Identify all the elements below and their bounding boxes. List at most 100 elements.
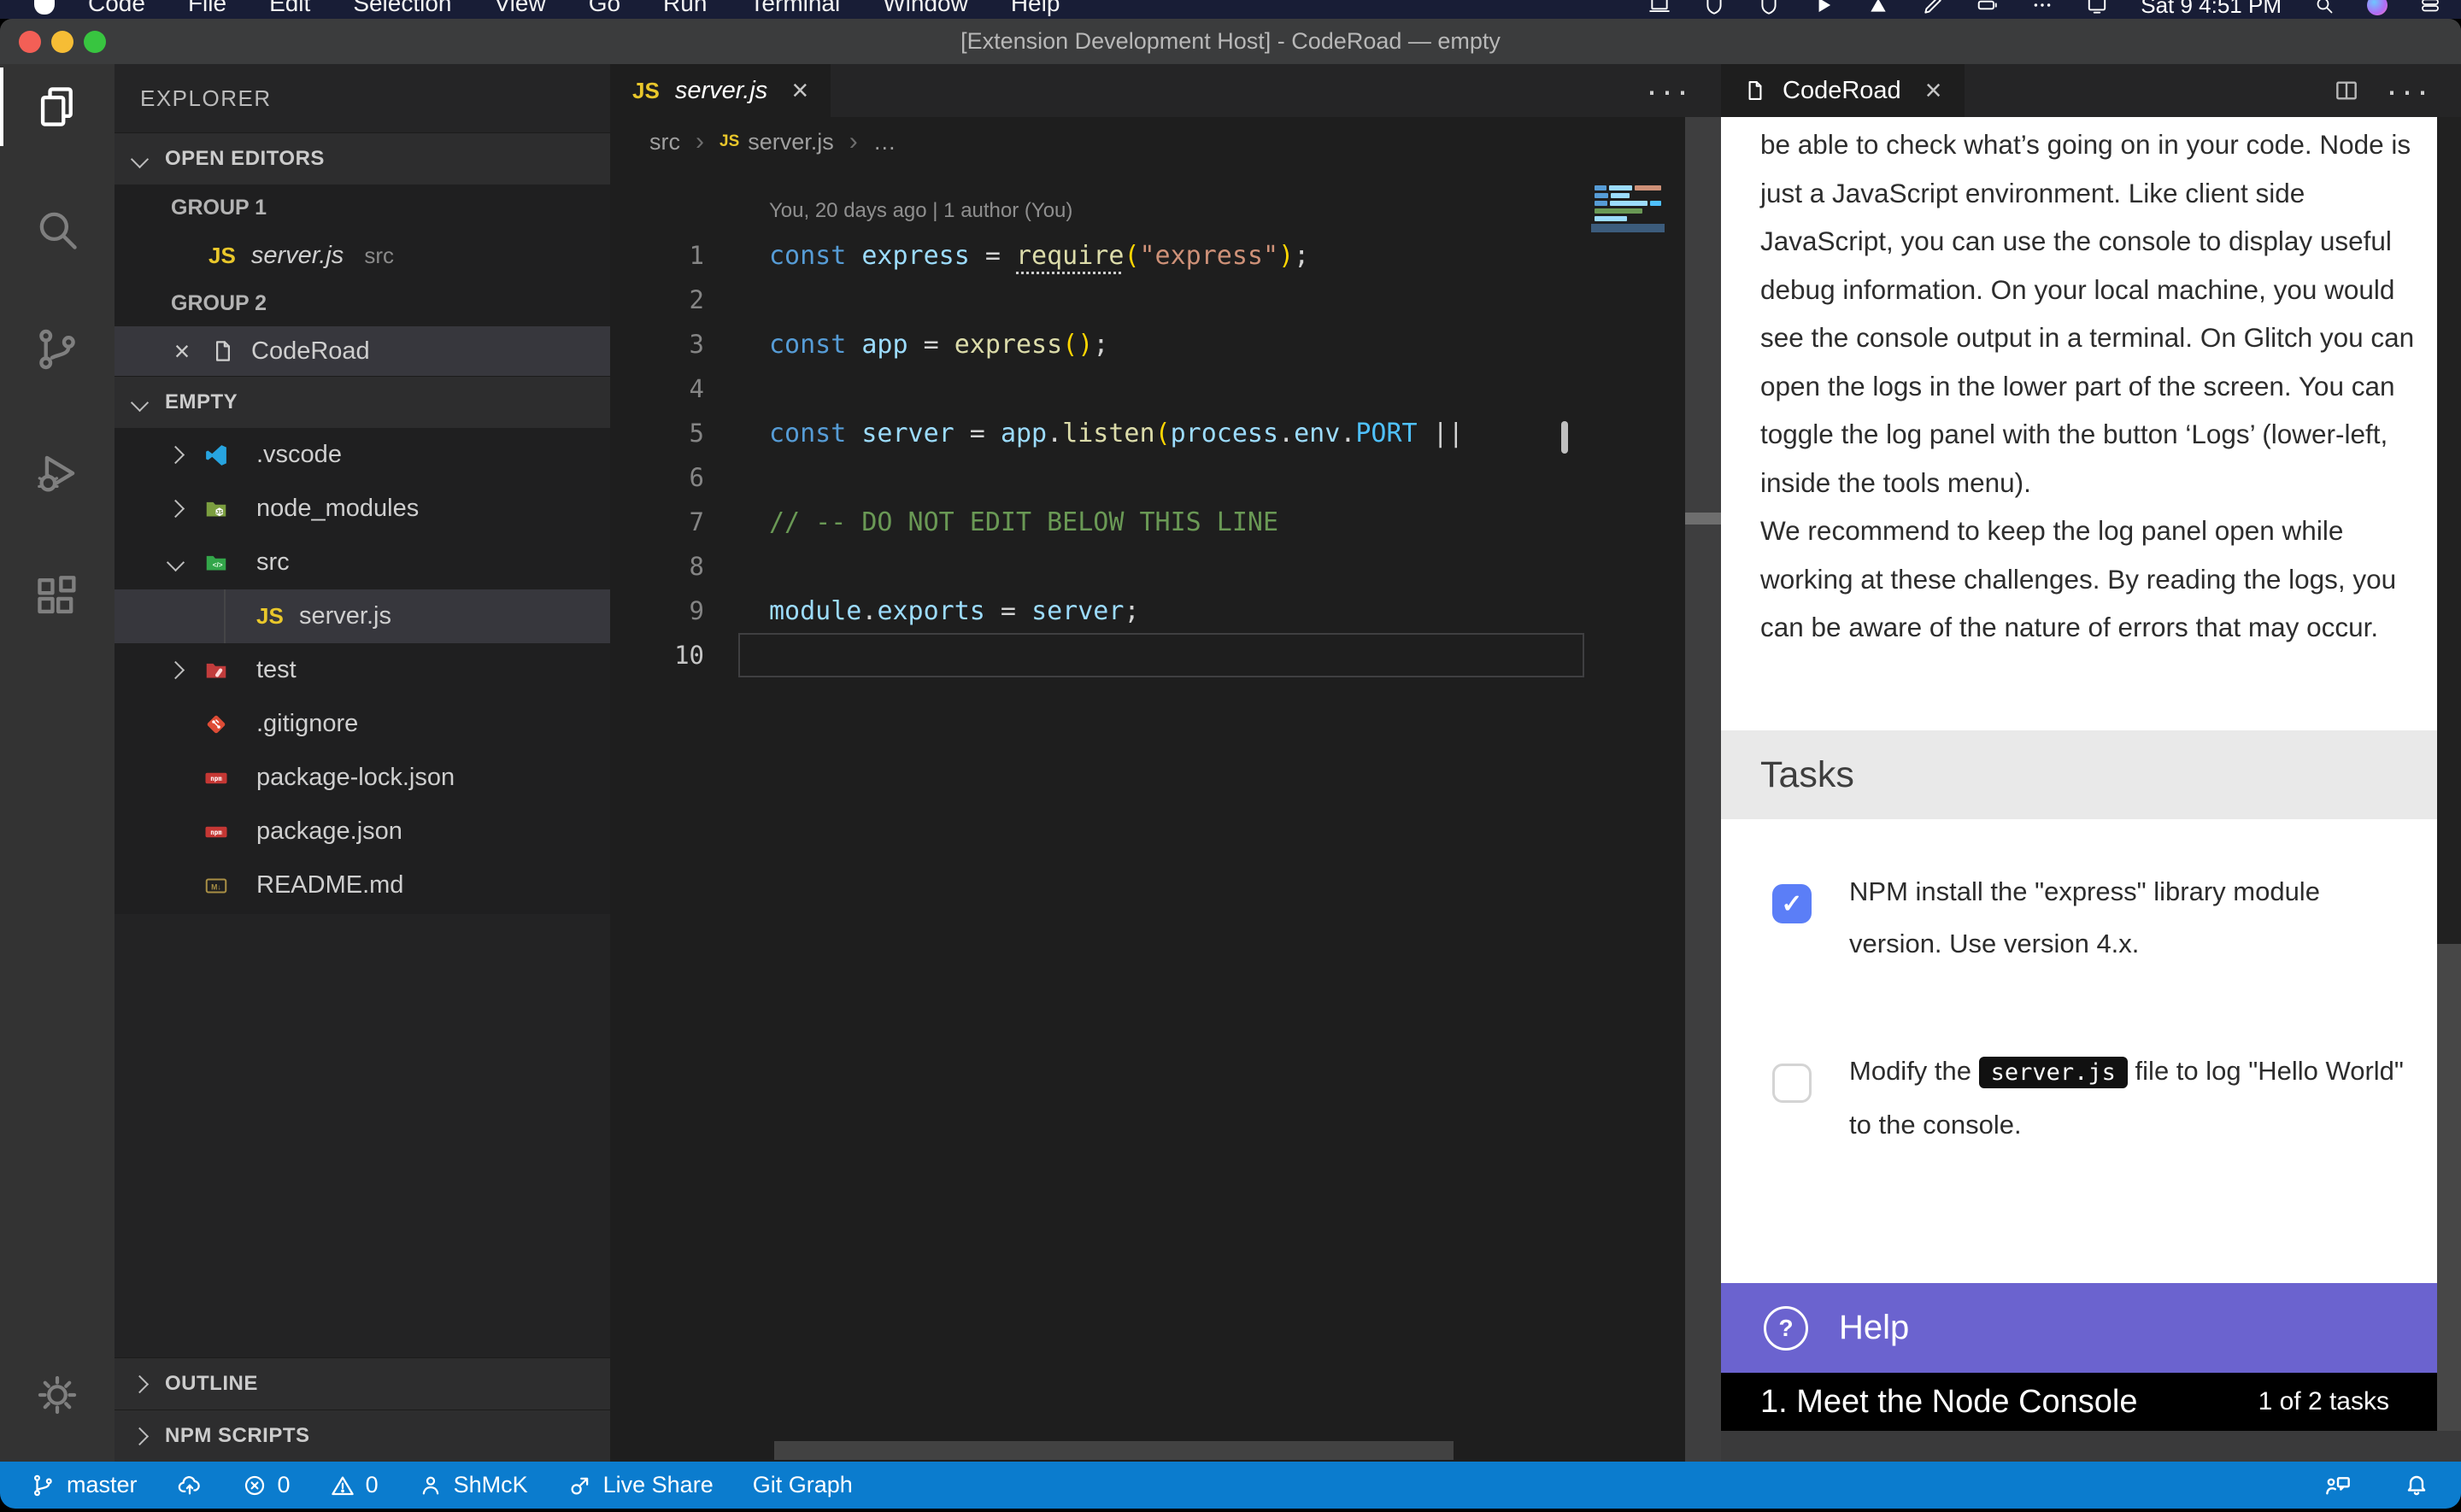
lesson-progress-bar[interactable]: 1. Meet the Node Console 1 of 2 tasks	[1721, 1373, 2437, 1431]
code-line-6[interactable]: 6	[610, 455, 1589, 500]
open-editor-item-coderoad[interactable]: ×CodeRoad	[115, 326, 610, 376]
menu-item-file[interactable]: File	[167, 0, 248, 19]
code-token: const	[769, 419, 846, 448]
menu-item-help[interactable]: Help	[990, 0, 1082, 19]
line-number: 1	[610, 233, 738, 278]
editor-scrollbar-thumb[interactable]	[1561, 421, 1568, 454]
menu-item-view[interactable]: View	[473, 0, 567, 19]
code-line-3[interactable]: 3const app = express();	[610, 322, 1589, 366]
statusbar-item-shmck[interactable]: ShMcK	[418, 1472, 528, 1498]
close-tab-icon[interactable]: ×	[791, 76, 808, 105]
statusbar-item-cloud-upload[interactable]	[177, 1473, 203, 1498]
code-editor[interactable]: 1 const express = require("express"); 23co…	[610, 233, 1589, 677]
code-line-5[interactable]: 5const server = app.listen(process.env.P…	[610, 411, 1589, 455]
code-line-2[interactable]: 2	[610, 278, 1589, 322]
webview-scrollbar-thumb[interactable]	[2437, 944, 2461, 1431]
tree-item-package-json[interactable]: npmpackage.json	[115, 805, 610, 859]
editor-more-actions-button[interactable]: ···	[1646, 64, 1721, 117]
vscode-window: [Extension Development Host] - CodeRoad …	[0, 19, 2461, 1509]
tree-item--gitignore[interactable]: .gitignore	[115, 697, 610, 751]
tab-coderoad[interactable]: CodeRoad ×	[1721, 64, 1965, 117]
statusbar-item-0[interactable]: 0	[330, 1472, 379, 1498]
section-header-outline[interactable]: OUTLINE	[115, 1357, 610, 1409]
section-header-npm-scripts[interactable]: NPM SCRIPTS	[115, 1409, 610, 1462]
webview-scrollbar[interactable]	[2437, 117, 2461, 1431]
tree-item-src[interactable]: </>src	[115, 536, 610, 589]
code-line-1[interactable]: 1 const express = require("express");	[610, 233, 1589, 278]
activity-item-explorer[interactable]	[0, 64, 115, 149]
code-line-7[interactable]: 7// -- DO NOT EDIT BELOW THIS LINE	[610, 500, 1589, 544]
codelens-annotation[interactable]: You, 20 days ago | 1 author (You)	[769, 199, 1072, 223]
breadcrumb-item-src[interactable]: src	[649, 129, 680, 155]
horizontal-scrollbar-thumb[interactable]	[774, 1441, 1454, 1460]
code-line-8[interactable]: 8	[610, 544, 1589, 589]
activity-item-manage[interactable]	[0, 1352, 115, 1438]
coderoad-editor-group: CodeRoad × ··· be able to check what’s g…	[1721, 64, 2461, 1462]
tab-server-js[interactable]: JS server.js ×	[610, 64, 831, 117]
tree-item-node-modules[interactable]: JSnode_modules	[115, 482, 610, 536]
minimap-line	[1595, 193, 1661, 198]
svg-text:npm: npm	[210, 829, 222, 836]
tree-item--vscode[interactable]: .vscode	[115, 428, 610, 482]
menu-item-selection[interactable]: Selection	[332, 0, 473, 19]
workspace-folder-header[interactable]: EMPTY	[115, 376, 610, 428]
breadcrumb-item-server.js[interactable]: JSserver.js	[720, 129, 834, 155]
split-editor-icon[interactable]	[2333, 77, 2360, 104]
menubar-clock[interactable]: Sat 9 4:51 PM	[2141, 0, 2282, 19]
zoom-window-button[interactable]	[84, 31, 106, 53]
activity-item-search[interactable]	[0, 187, 115, 273]
tree-item-package-lock-json[interactable]: npmpackage-lock.json	[115, 751, 610, 805]
close-editor-icon[interactable]: ×	[169, 337, 195, 365]
minimap[interactable]	[1589, 117, 1666, 1398]
panel-divider-scrollbar[interactable]	[1685, 117, 1721, 1462]
menu-item-edit[interactable]: Edit	[248, 0, 332, 19]
statusbar-item-live-share[interactable]: Live Share	[567, 1472, 714, 1498]
code-line-4[interactable]: 4	[610, 366, 1589, 411]
code-token: // -- DO NOT EDIT BELOW THIS LINE	[769, 507, 1278, 537]
task-checkbox-unchecked[interactable]	[1772, 1064, 1812, 1103]
open-editor-item-server-js[interactable]: JSserver.jssrc	[115, 231, 610, 280]
current-line-highlight	[738, 633, 1584, 677]
menu-item-terminal[interactable]: Terminal	[728, 0, 861, 19]
svg-text:npm: npm	[210, 775, 222, 782]
line-number: 8	[610, 544, 738, 589]
scrollbar-thumb[interactable]	[1685, 513, 1721, 525]
open-editors-header[interactable]: OPEN EDITORS	[115, 132, 610, 185]
activity-item-extensions[interactable]	[0, 554, 115, 640]
menu-items: CodeFileEditSelectionViewGoRunTerminalWi…	[34, 0, 1081, 19]
menu-item-go[interactable]: Go	[567, 0, 642, 19]
minimap-line	[1595, 201, 1661, 206]
close-tab-icon[interactable]: ×	[1925, 76, 1942, 105]
apple-menu-icon[interactable]	[34, 0, 55, 15]
activity-item-source-control[interactable]	[0, 307, 115, 392]
folder-src-icon: </>	[203, 550, 229, 576]
task-text: NPM install the "express" library module…	[1849, 865, 2410, 970]
breadcrumb-item-more[interactable]: …	[873, 129, 896, 155]
minimap-token	[1610, 201, 1648, 206]
menu-item-window[interactable]: Window	[861, 0, 990, 19]
tree-item-server-js[interactable]: JSserver.js	[115, 589, 610, 643]
minimize-window-button[interactable]	[51, 31, 73, 53]
statusbar-item-0[interactable]: 0	[242, 1472, 291, 1498]
statusbar-item-feedback[interactable]	[2324, 1472, 2352, 1499]
statusbar-item-git-graph[interactable]: Git Graph	[753, 1472, 853, 1498]
more-actions-icon[interactable]: ···	[2386, 70, 2432, 111]
menu-item-code[interactable]: Code	[67, 0, 167, 19]
code-token: PORT	[1355, 419, 1417, 448]
title-bar[interactable]: [Extension Development Host] - CodeRoad …	[0, 19, 2461, 65]
activity-item-run-debug[interactable]	[0, 431, 115, 516]
help-bar[interactable]: ? Help	[1721, 1283, 2437, 1373]
menu-item-run[interactable]: Run	[642, 0, 728, 19]
task-checkbox-checked[interactable]: ✓	[1772, 884, 1812, 923]
code-text: const express = require("express");	[769, 241, 1309, 271]
code-token: (	[1155, 419, 1171, 448]
breadcrumb[interactable]: src›JSserver.js›…	[610, 117, 896, 167]
code-line-10[interactable]: 10	[610, 633, 1589, 677]
statusbar-item-master[interactable]: master	[31, 1472, 138, 1498]
tree-item-test[interactable]: test	[115, 643, 610, 697]
tree-item-readme-md[interactable]: M↓README.md	[115, 859, 610, 912]
statusbar-item-bell[interactable]	[2403, 1472, 2430, 1499]
close-window-button[interactable]	[19, 31, 41, 53]
explorer-sidebar: EXPLORER OPEN EDITORS GROUP 1JSserver.js…	[115, 64, 610, 1462]
code-line-9[interactable]: 9module.exports = server;	[610, 589, 1589, 633]
